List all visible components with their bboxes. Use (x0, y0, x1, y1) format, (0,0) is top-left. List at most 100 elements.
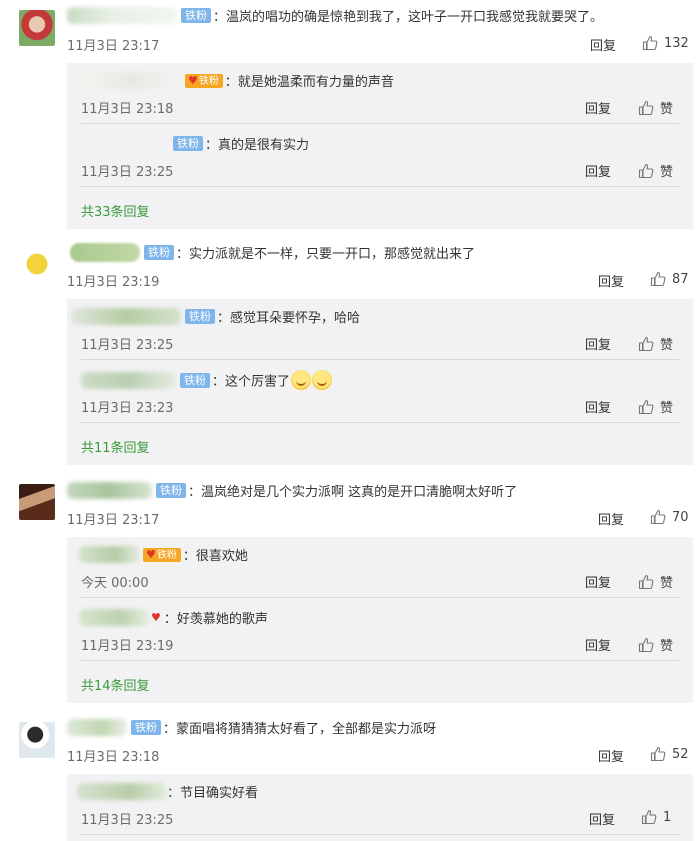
reply-time: 今天 00:00 (81, 576, 149, 591)
username[interactable] (71, 308, 181, 325)
reply-time: 11月3日 23:25 (81, 813, 174, 828)
heart-icon: ♥ (151, 610, 161, 624)
username[interactable] (67, 719, 127, 736)
username[interactable] (81, 135, 169, 152)
vip-fan-badge: ♥铁粉 (185, 73, 223, 88)
like-label: 赞 (660, 165, 674, 180)
like-button[interactable]: 87 (650, 271, 689, 287)
username[interactable] (67, 482, 152, 499)
comment-body: 铁粉 ：实力派就是不一样，只要一开口，那感觉就出来了 (70, 243, 475, 262)
avatar[interactable] (19, 484, 55, 520)
comment-item: 铁粉 ：温岚的唱功的确是惊艳到我了，这叶子一开口我感觉我就要哭了。 11月3日 2… (0, 0, 697, 230)
reply-text: ：很喜欢她 (182, 549, 248, 564)
divider (81, 186, 679, 187)
comment-time: 11月3日 23:17 (67, 39, 160, 54)
reply-button[interactable]: 回复 (585, 572, 611, 591)
username[interactable] (79, 546, 139, 563)
reply-text: ：就是她温柔而有力量的声音 (224, 75, 394, 90)
like-count: 87 (672, 271, 689, 287)
like-count: 1 (663, 809, 672, 825)
reply-time: 11月3日 23:19 (81, 639, 174, 654)
reply-button[interactable]: 回复 (585, 334, 611, 353)
reply-item: ♥ ：好羡慕她的歌声 (79, 608, 268, 627)
reply-text: ：感觉耳朵要怀孕，哈哈 (217, 311, 361, 326)
comment-text: ：实力派就是不一样，只要一开口，那感觉就出来了 (176, 247, 476, 262)
comment-text: ：温岚绝对是几个实力派啊 这真的是开口清脆啊太好听了 (188, 485, 518, 500)
username[interactable] (81, 72, 181, 89)
comment-text: ：蒙面唱将猜猜猜太好看了，全部都是实力派呀 (163, 722, 437, 737)
like-button[interactable]: 赞 (638, 397, 673, 416)
divider (81, 660, 679, 661)
comment-item: 铁粉 ：蒙面唱将猜猜猜太好看了，全部都是实力派呀 11月3日 23:18 回复 5… (0, 710, 697, 841)
more-replies-link[interactable]: 共14条回复 (81, 675, 150, 694)
fan-badge: 铁粉 (181, 8, 211, 23)
reply-text: ：真的是很有实力 (205, 138, 310, 153)
reply-button[interactable]: 回复 (598, 509, 624, 528)
comment-body: 铁粉 ：蒙面唱将猜猜猜太好看了，全部都是实力派呀 (67, 718, 436, 737)
reply-list: 铁粉 ：感觉耳朵要怀孕，哈哈 11月3日 23:25 回复 赞 铁粉 ：这个厉害了 … (67, 299, 693, 465)
like-count: 132 (664, 35, 689, 51)
like-button[interactable]: 赞 (638, 334, 673, 353)
reply-button[interactable]: 回复 (585, 161, 611, 180)
comment-body: 铁粉 ：温岚绝对是几个实力派啊 这真的是开口清脆啊太好听了 (67, 481, 517, 500)
heart-icon: ♥ (188, 73, 198, 87)
reply-text: ：节目确实好看 (167, 786, 259, 801)
reply-button[interactable]: 回复 (585, 397, 611, 416)
thumbs-up-icon (638, 637, 654, 653)
like-button[interactable]: 1 (641, 809, 671, 825)
reply-button[interactable]: 回复 (598, 271, 624, 290)
comment-time: 11月3日 23:18 (67, 750, 160, 765)
username[interactable] (77, 783, 167, 800)
reply-item: 铁粉 ：这个厉害了 (81, 370, 333, 390)
thumbs-up-icon (642, 35, 658, 51)
reply-item: 铁粉 ：真的是很有实力 (81, 134, 309, 153)
reply-button[interactable]: 回复 (585, 98, 611, 117)
username[interactable] (81, 371, 176, 389)
like-label: 赞 (660, 102, 674, 117)
reply-item: ：节目确实好看 (77, 782, 258, 801)
username[interactable] (70, 243, 140, 262)
thumbs-up-icon (638, 163, 654, 179)
comment-body: 铁粉 ：温岚的唱功的确是惊艳到我了，这叶子一开口我感觉我就要哭了。 (67, 6, 603, 25)
like-count: 52 (672, 746, 689, 762)
username[interactable] (79, 609, 149, 626)
reply-button[interactable]: 回复 (598, 746, 624, 765)
thumbs-up-icon (638, 336, 654, 352)
username[interactable] (67, 7, 177, 24)
smile-emoji-icon (291, 370, 312, 390)
reply-text: ：好羡慕她的歌声 (163, 612, 268, 627)
like-button[interactable]: 赞 (638, 98, 673, 117)
like-button[interactable]: 赞 (638, 572, 673, 591)
comment-time: 11月3日 23:17 (67, 513, 160, 528)
reply-text: ：这个厉害了 (212, 374, 291, 390)
like-button[interactable]: 132 (642, 35, 689, 51)
like-label: 赞 (660, 338, 674, 353)
thumbs-up-icon (641, 809, 657, 825)
avatar[interactable] (19, 246, 55, 282)
comment-item: 铁粉 ：温岚绝对是几个实力派啊 这真的是开口清脆啊太好听了 11月3日 23:17… (0, 472, 697, 703)
like-button[interactable]: 赞 (638, 161, 673, 180)
like-count: 70 (672, 509, 689, 525)
like-button[interactable]: 70 (650, 509, 689, 525)
reply-item: ♥铁粉 ：很喜欢她 (79, 545, 248, 564)
thumbs-up-icon (650, 509, 666, 525)
like-button[interactable]: 52 (650, 746, 689, 762)
reply-time: 11月3日 23:25 (81, 165, 174, 180)
reply-button[interactable]: 回复 (585, 635, 611, 654)
like-button[interactable]: 赞 (638, 635, 673, 654)
reply-item: ♥铁粉 ：就是她温柔而有力量的声音 (81, 71, 394, 90)
more-replies-link[interactable]: 共33条回复 (81, 201, 150, 220)
reply-button[interactable]: 回复 (589, 809, 615, 828)
divider (81, 123, 679, 124)
thumbs-up-icon (638, 399, 654, 415)
reply-list: ♥铁粉 ：就是她温柔而有力量的声音 11月3日 23:18 回复 赞 铁粉 ：真的是… (67, 63, 693, 229)
comment-time: 11月3日 23:19 (67, 275, 160, 290)
divider (81, 597, 679, 598)
avatar[interactable] (19, 10, 55, 46)
more-replies-link[interactable]: 共11条回复 (81, 437, 150, 456)
avatar[interactable] (19, 722, 55, 758)
reply-button[interactable]: 回复 (590, 35, 616, 54)
comment-text: ：温岚的唱功的确是惊艳到我了，这叶子一开口我感觉我就要哭了。 (213, 10, 604, 25)
thumbs-up-icon (650, 746, 666, 762)
heart-icon: ♥ (146, 547, 156, 561)
